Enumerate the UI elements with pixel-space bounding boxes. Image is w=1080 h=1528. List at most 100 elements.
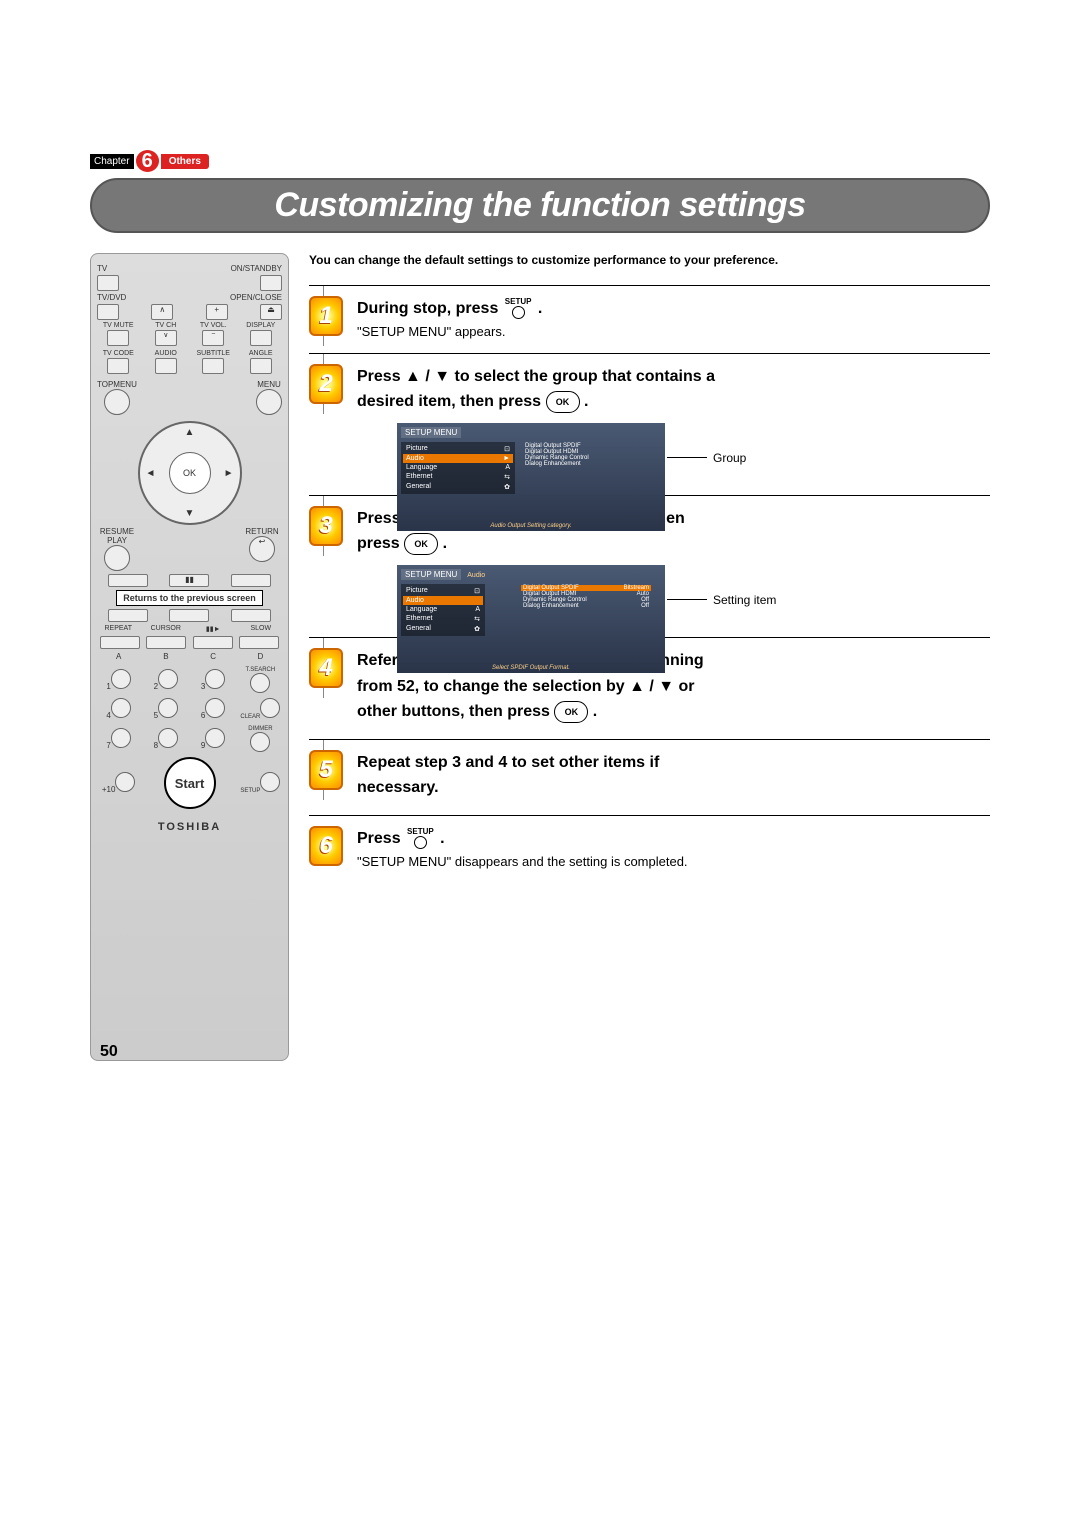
ok-icon: OK — [546, 391, 580, 413]
step-text: desired item, then press — [357, 393, 546, 410]
remote-label: TV VOL. — [200, 322, 227, 329]
right-icon: ► — [224, 468, 234, 479]
chapter-caption: Chapter — [90, 154, 134, 169]
step-text: other buttons, then press — [357, 703, 554, 720]
setup-icon: SETUP — [407, 828, 434, 849]
step-number: 1 — [309, 296, 343, 336]
remote-button: + — [206, 304, 228, 320]
menu-item: Ethernet — [406, 615, 432, 623]
letter: C — [210, 652, 216, 661]
step-5: 5 Repeat step 3 and 4 to set other items… — [309, 750, 990, 801]
num-label: 3 — [201, 682, 205, 691]
menu-item: General — [406, 625, 431, 633]
num-label: 8 — [154, 741, 158, 750]
remote-button — [97, 304, 119, 320]
step-sub-text: "SETUP MENU" disappears and the setting … — [357, 854, 990, 869]
num-label: 1 — [106, 682, 110, 691]
intro-text: You can change the default settings to c… — [309, 253, 990, 267]
remote-button — [146, 636, 186, 649]
remote-label: DISPLAY — [246, 322, 275, 329]
letter: D — [257, 652, 263, 661]
remote-button: ∨ — [155, 330, 177, 346]
num-label: SETUP — [240, 788, 260, 794]
return-callout: Returns to the previous screen — [116, 590, 263, 606]
remote-label: RESUME PLAY — [97, 527, 137, 545]
step-number: 4 — [309, 648, 343, 688]
remote-label: CURSOR — [145, 625, 188, 633]
num-5 — [158, 698, 178, 718]
remote-eject-icon: ⏏ — [260, 304, 282, 320]
remote-button — [231, 609, 271, 622]
step-text: . — [593, 703, 597, 720]
remote-label: TV CODE — [103, 350, 134, 357]
up-icon: ▲ — [185, 427, 195, 438]
num-1 — [111, 669, 131, 689]
remote-label: MENU — [257, 380, 281, 389]
ok-button: OK — [169, 452, 211, 494]
remote-button — [155, 358, 177, 374]
setup-menu-screenshot-2: SETUP MENU Audio Picture⊡ Audio Language… — [397, 565, 665, 673]
letter: B — [163, 652, 168, 661]
remote-label: AUDIO — [155, 350, 177, 357]
remote-label: SUBTITLE — [197, 350, 230, 357]
screen-side-item: Dynamic Range Control — [525, 455, 589, 461]
screen-side-item: Digital Output SPDIF — [525, 443, 589, 449]
menu-item: Audio — [406, 455, 424, 462]
left-icon: ◄ — [146, 468, 156, 479]
screen-crumb: Audio — [467, 572, 485, 579]
page-title: Customizing the function settings — [98, 186, 982, 225]
letter: A — [116, 652, 121, 661]
annotation-group: Group — [667, 451, 990, 465]
menu-button — [256, 389, 282, 415]
step-text: press — [357, 535, 404, 552]
menu-item: Language — [406, 464, 437, 471]
step-text: Press ▲ / ▼ to select the group that con… — [357, 364, 990, 390]
step-number: 5 — [309, 750, 343, 790]
menu-item: Audio — [406, 597, 424, 604]
brand-label: TOSHIBA — [97, 821, 282, 833]
step-text: . — [538, 300, 542, 317]
remote-label: TV MUTE — [103, 322, 134, 329]
num-6 — [205, 698, 225, 718]
remote-button — [108, 609, 148, 622]
down-icon: ▼ — [185, 508, 195, 519]
screen-title: SETUP MENU — [401, 427, 461, 438]
remote-button — [169, 609, 209, 622]
chapter-number: 6 — [136, 150, 159, 172]
remote-button: ▮▮ — [169, 574, 209, 587]
num-7 — [111, 728, 131, 748]
setting-item: Dialog Enhancement — [523, 603, 579, 609]
ok-icon: OK — [554, 701, 588, 723]
num-3 — [205, 669, 225, 689]
remote-label: REPEAT — [97, 625, 140, 633]
menu-item: Ethernet — [406, 473, 432, 481]
setup-menu-screenshot-1: SETUP MENU Picture⊡ Audio► LanguageA Eth… — [397, 423, 665, 531]
remote-button — [193, 636, 233, 649]
remote-label: TOPMENU — [97, 380, 137, 389]
remote-label: ON/STANDBY — [231, 264, 282, 273]
step-text: necessary. — [357, 775, 990, 801]
remote-label: RETURN — [245, 527, 278, 536]
dimmer-button — [250, 732, 270, 752]
num-label: 7 — [106, 741, 110, 750]
page-title-bar: Customizing the function settings — [90, 178, 990, 233]
step-text: from 52, to change the selection by ▲ / … — [357, 674, 990, 700]
step-sub-text: "SETUP MENU" appears. — [357, 324, 990, 339]
setup-button — [260, 772, 280, 792]
start-callout: Start — [164, 757, 216, 809]
clear-button — [260, 698, 280, 718]
menu-item: Picture — [406, 445, 428, 453]
step-text: . — [440, 830, 444, 847]
screen-title: SETUP MENU — [401, 569, 461, 580]
chapter-tab: Chapter 6 Others — [90, 150, 209, 172]
menu-item: Language — [406, 606, 437, 613]
num-label: CLEAR — [240, 714, 260, 720]
remote-button: ∧ — [151, 304, 173, 320]
remote-label: OPEN/CLOSE — [230, 293, 282, 302]
num-label: 4 — [106, 711, 110, 720]
remote-button — [97, 275, 119, 291]
nav-ring: OK ▲ ▼ ◄ ► — [138, 421, 242, 525]
num-9 — [205, 728, 225, 748]
num-2 — [158, 669, 178, 689]
num-label: +10 — [102, 785, 116, 794]
